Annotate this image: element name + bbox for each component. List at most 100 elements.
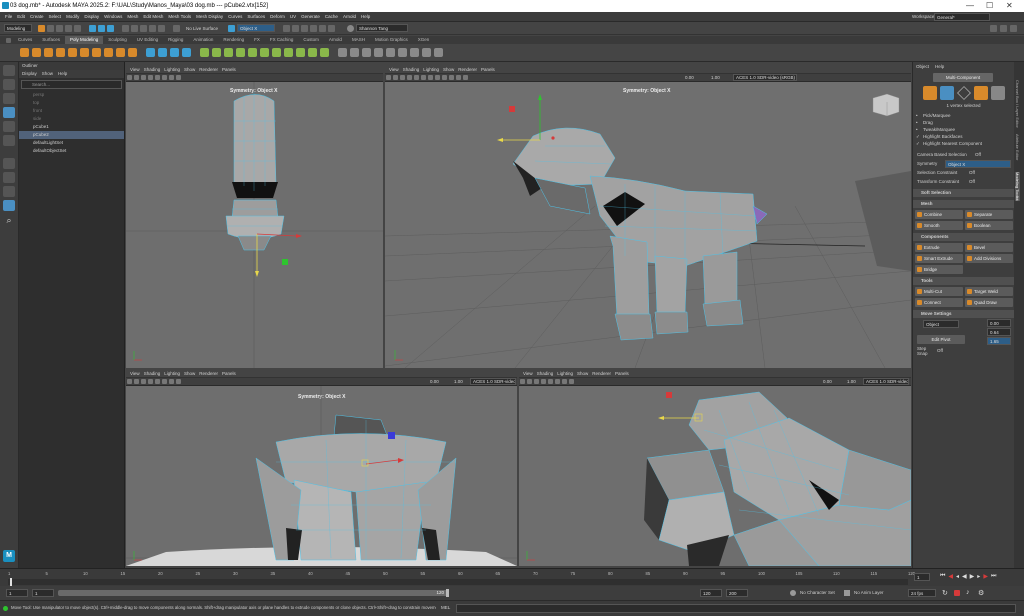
lasso-tool-icon[interactable]	[3, 79, 15, 90]
current-frame-field[interactable]: 1	[914, 573, 930, 581]
range-end-field[interactable]: 200	[726, 589, 748, 597]
mel-command-input[interactable]	[456, 604, 1016, 613]
shelf-settings-icon[interactable]	[6, 37, 11, 43]
camera-based-value[interactable]: Off	[975, 152, 981, 157]
add-divisions-button[interactable]: Add Divisions	[965, 254, 1013, 263]
close-icon[interactable]: ✕	[1006, 1, 1013, 10]
outliner-menu-display[interactable]: Display	[22, 70, 37, 78]
components-section[interactable]: Components	[913, 233, 1014, 241]
tools-section[interactable]: Tools	[913, 277, 1014, 285]
move-y-field[interactable]: 0.64	[987, 328, 1011, 336]
transform-constraint-value[interactable]: Off	[969, 179, 975, 184]
new-scene-icon[interactable]	[38, 24, 45, 32]
step-forward-frame-icon[interactable]: ▸	[977, 573, 980, 580]
shelf-tab-rendering[interactable]: Rendering	[218, 36, 249, 44]
shelf-tab-poly-modeling[interactable]: Poly Modeling	[65, 36, 104, 44]
spherical-map-icon[interactable]	[386, 48, 395, 57]
toolkit-toggle-icon[interactable]	[1010, 25, 1017, 32]
highlight-option[interactable]: ✓ Highlight Backfaces	[913, 133, 1014, 140]
workspace-dropdown[interactable]: General*	[934, 13, 990, 21]
step-snap-row[interactable]: Step Snap Off	[913, 346, 1014, 356]
go-to-end-icon[interactable]: ⏭	[991, 573, 996, 580]
shelf-tab-fx[interactable]: FX	[249, 36, 265, 44]
viewport-front-top[interactable]: View Shading Lighting Show Renderer Panels Sy…	[126, 66, 383, 368]
outliner-item[interactable]: top	[19, 99, 124, 107]
audio-icon[interactable]: ♪	[966, 589, 970, 596]
pick-option[interactable]: • Tweak/Marquee	[913, 126, 1014, 133]
autokey-icon[interactable]	[954, 590, 960, 596]
outliner-item[interactable]: pCube1	[19, 123, 124, 131]
merge-icon[interactable]	[260, 48, 269, 57]
live-surface-label[interactable]: No Live Surface	[186, 26, 218, 31]
pick-option[interactable]: • Drag	[913, 119, 1014, 126]
fill-hole-icon[interactable]	[236, 48, 245, 57]
menu-edit[interactable]: Edit	[17, 14, 25, 19]
poly-sphere-icon[interactable]	[20, 48, 29, 57]
vertex-mode-icon[interactable]	[940, 86, 954, 100]
viewport-bottom-right[interactable]: View Shading Lighting Show Renderer Panels 0.…	[519, 370, 911, 566]
snap-point-icon[interactable]	[140, 24, 147, 32]
ipr-render-icon[interactable]	[292, 24, 300, 32]
character-set-dropdown[interactable]: No Character Set	[800, 590, 835, 595]
append-polygon-icon[interactable]	[248, 48, 257, 57]
cylindrical-map-icon[interactable]	[374, 48, 383, 57]
outliner-item[interactable]: pCube2	[19, 131, 124, 139]
play-backwards-icon[interactable]: ◀	[962, 573, 967, 580]
move-space-dropdown[interactable]: Object	[923, 320, 959, 328]
menu-curves[interactable]: Curves	[228, 14, 242, 19]
outliner-item[interactable]: defaultLightSet	[19, 139, 124, 147]
collapse-icon[interactable]	[284, 48, 293, 57]
soft-selection-section[interactable]: Soft Selection	[913, 189, 1014, 197]
multi-component-button[interactable]: Multi-Component	[933, 73, 993, 82]
mode-dropdown[interactable]: Modeling	[4, 24, 32, 32]
range-inner-start-field[interactable]: 1	[32, 589, 54, 597]
select-hierarchy-icon[interactable]	[89, 24, 96, 32]
time-slider[interactable]: 1 5 10 15 20 25 30 35 40 45 50 55 60 65 70 75 80 85 90 95 10…	[0, 568, 1024, 586]
lighting-icon[interactable]	[328, 24, 336, 32]
menu-help[interactable]: Help	[361, 14, 370, 19]
poly-plane-icon[interactable]	[80, 48, 89, 57]
edge-mode-icon[interactable]	[957, 86, 971, 100]
range-slider-handle[interactable]	[446, 589, 449, 597]
multi-cut-icon[interactable]	[308, 48, 317, 57]
extrude-icon[interactable]	[200, 48, 209, 57]
separate-icon[interactable]	[158, 48, 167, 57]
range-slider[interactable]: 120	[58, 590, 448, 596]
menu-edit-mesh[interactable]: Edit Mesh	[143, 14, 163, 19]
symmetry-dropdown[interactable]: Object X	[237, 24, 276, 32]
paint-select-tool-icon[interactable]	[3, 93, 15, 104]
timeline-track[interactable]	[8, 579, 908, 585]
move-settings-section[interactable]: Move Settings	[913, 310, 1014, 318]
attribute-editor-tab[interactable]: Attribute Editor	[1015, 134, 1020, 160]
automatic-map-icon[interactable]	[362, 48, 371, 57]
custom-layout-icon[interactable]	[3, 200, 15, 211]
range-start-field[interactable]: 1	[6, 589, 28, 597]
outliner-item[interactable]: side	[19, 115, 124, 123]
symmetry-dropdown[interactable]: Object X	[945, 159, 1011, 168]
snap-view-icon[interactable]	[149, 24, 156, 32]
shelf-tab-curves[interactable]: Curves	[13, 36, 37, 44]
menu-mesh-tools[interactable]: Mesh Tools	[168, 14, 191, 19]
smart-extrude-button[interactable]: Smart Extrude	[915, 254, 963, 263]
scale-tool-icon[interactable]	[3, 135, 15, 146]
maximize-icon[interactable]: ☐	[986, 1, 993, 10]
poly-cone-icon[interactable]	[56, 48, 65, 57]
shelf-tab-animation[interactable]: Animation	[188, 36, 218, 44]
multi-cut-button[interactable]: Multi-Cut	[915, 287, 963, 296]
outliner-menu-help[interactable]: Help	[58, 70, 67, 78]
poly-cube-icon[interactable]	[32, 48, 41, 57]
shelf-tab-uv-editing[interactable]: UV Editing	[132, 36, 163, 44]
viewport-bottom-left[interactable]: View Shading Lighting Show Renderer Panels 0.…	[126, 370, 517, 566]
render-view-icon[interactable]	[319, 24, 327, 32]
boolean-icon[interactable]	[182, 48, 191, 57]
quad-draw-icon[interactable]	[320, 48, 329, 57]
mesh-section[interactable]: Mesh	[913, 200, 1014, 208]
open-scene-icon[interactable]	[47, 24, 54, 32]
viewport-persp[interactable]: View Shading Lighting Show Renderer Panels 0.…	[385, 66, 911, 368]
toolkit-menu-object[interactable]: Object	[916, 64, 929, 69]
uv-mode-icon[interactable]	[991, 86, 1005, 100]
target-weld-button[interactable]: Target Weld	[965, 287, 1013, 296]
planar-map-icon[interactable]	[350, 48, 359, 57]
shelf-tab-arnold[interactable]: Arnold	[324, 36, 347, 44]
menu-uv[interactable]: UV	[290, 14, 296, 19]
